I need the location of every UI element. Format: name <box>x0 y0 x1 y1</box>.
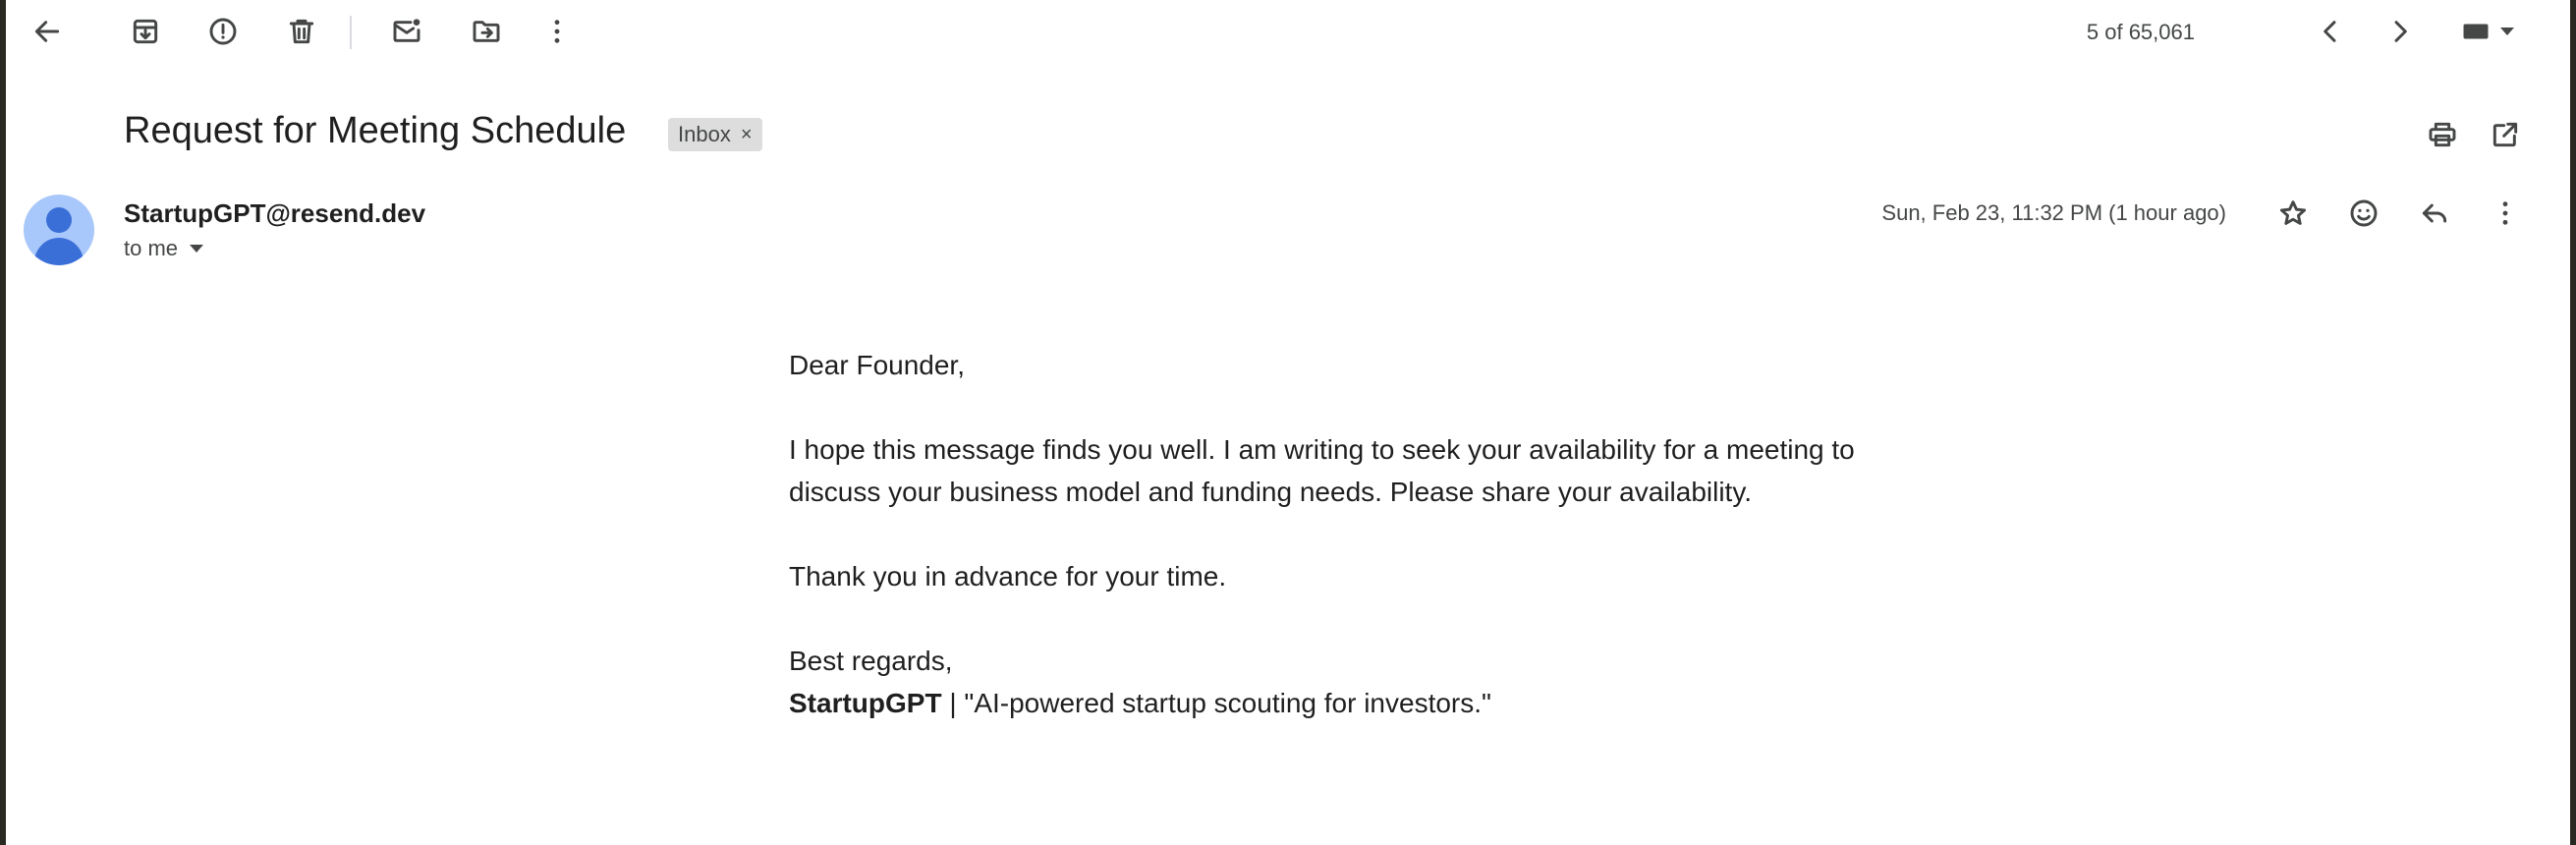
message-body: Dear Founder, I hope this message finds … <box>789 344 1870 724</box>
email-subject: Request for Meeting Schedule <box>124 110 627 151</box>
move-to-icon <box>473 21 500 42</box>
label-text: Inbox <box>678 122 731 146</box>
recipient-details-toggle[interactable]: to me <box>124 236 204 261</box>
person-icon-body <box>34 238 84 265</box>
pagination-count: 5 of 65,061 <box>2086 20 2195 44</box>
keyboard-icon <box>2463 24 2489 39</box>
archive-icon <box>133 19 158 44</box>
person-icon <box>46 207 72 233</box>
archive-button[interactable] <box>118 4 173 59</box>
recipient-label: to me <box>124 236 179 260</box>
chevron-down-icon <box>2500 28 2514 35</box>
remove-label-icon[interactable]: × <box>741 124 753 146</box>
open-in-new-icon <box>2492 122 2518 147</box>
signature-tagline: | "AI-powered startup scouting for inves… <box>941 688 1491 718</box>
star-icon <box>2279 200 2307 225</box>
signature: StartupGPT | "AI-powered startup scoutin… <box>789 682 1870 724</box>
arrow-left-icon <box>34 21 60 42</box>
open-new-window-button[interactable] <box>2478 107 2533 162</box>
email-date: Sun, Feb 23, 11:32 PM (1 hour ago) <box>1881 200 2226 225</box>
reply-button[interactable] <box>2407 186 2462 241</box>
chevron-right-icon <box>2394 21 2407 42</box>
more-options-button[interactable] <box>530 4 585 59</box>
trash-icon <box>289 19 314 44</box>
add-reaction-button[interactable] <box>2336 186 2391 241</box>
chevron-left-icon <box>2324 21 2336 42</box>
print-button[interactable] <box>2415 107 2470 162</box>
sender-address[interactable]: StartupGPT@resend.dev <box>124 198 425 229</box>
back-button[interactable] <box>20 4 75 59</box>
body-closing: Best regards, <box>789 646 953 676</box>
report-spam-icon <box>209 18 237 45</box>
older-button[interactable] <box>2373 4 2428 59</box>
email-window: 5 of 65,061 Request for Meeting Schedule… <box>6 0 2570 845</box>
toolbar-divider <box>350 16 352 49</box>
message-more-button[interactable] <box>2478 186 2533 241</box>
report-spam-button[interactable] <box>196 4 251 59</box>
more-vert-icon <box>2502 201 2508 225</box>
newer-button[interactable] <box>2303 4 2358 59</box>
body-thanks: Thank you in advance for your time. <box>789 561 1227 592</box>
emoji-icon <box>2350 199 2378 227</box>
input-tools-button[interactable] <box>2448 4 2527 59</box>
print-icon <box>2429 122 2456 147</box>
caret-down-icon <box>190 245 204 253</box>
mark-unread-icon <box>393 19 420 42</box>
inbox-label-chip[interactable]: Inbox × <box>668 118 762 151</box>
move-to-button[interactable] <box>459 4 514 59</box>
body-paragraph: I hope this message finds you well. I am… <box>789 434 1855 507</box>
body-greeting: Dear Founder, <box>789 350 965 380</box>
mark-unread-button[interactable] <box>379 4 434 59</box>
signature-name: StartupGPT <box>789 688 942 718</box>
more-vert-icon <box>554 20 560 43</box>
delete-button[interactable] <box>274 4 329 59</box>
star-button[interactable] <box>2266 186 2321 241</box>
sender-avatar[interactable] <box>24 195 94 265</box>
reply-icon <box>2422 203 2447 223</box>
